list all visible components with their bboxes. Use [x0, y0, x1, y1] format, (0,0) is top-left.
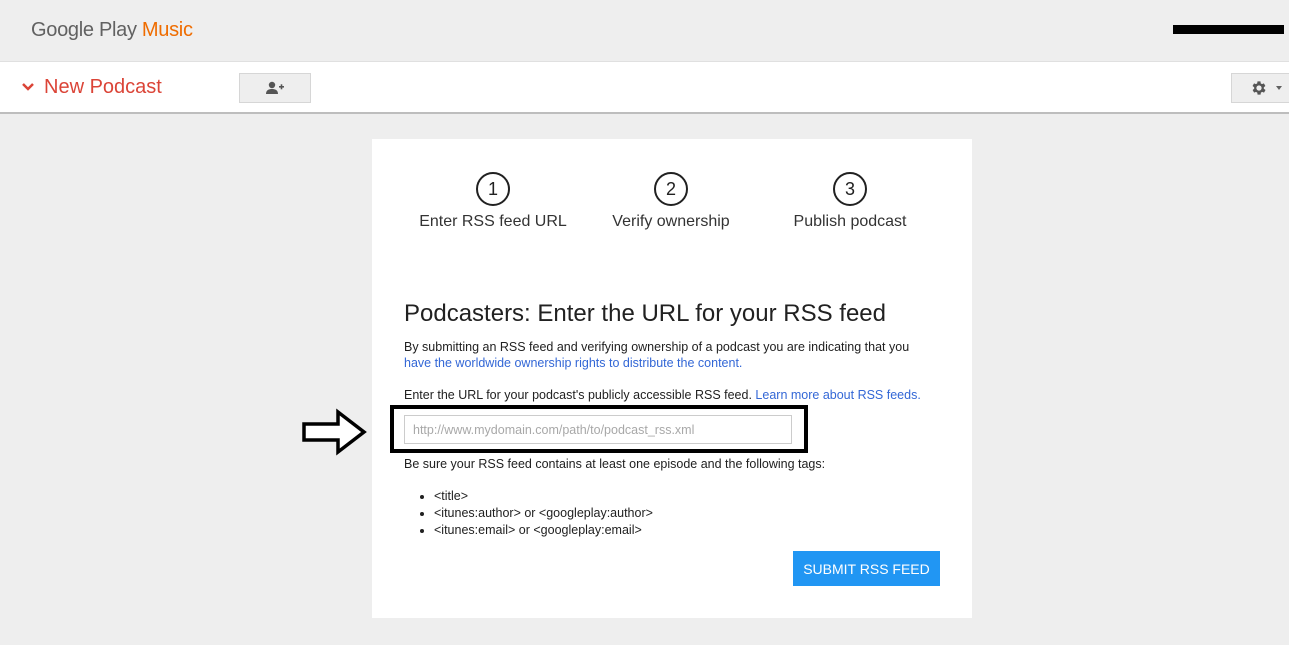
top-bar: Google Play Music: [0, 0, 1289, 61]
list-item: <itunes:author> or <googleplay:author>: [434, 505, 653, 522]
required-tags-list: <title> <itunes:author> or <googleplay:a…: [404, 488, 653, 539]
step-2: 2 Verify ownership: [581, 172, 761, 231]
url-prompt: Enter the URL for your podcast's publicl…: [404, 387, 964, 403]
share-button[interactable]: [239, 73, 311, 103]
ownership-rights-link[interactable]: have the worldwide ownership rights to d…: [404, 356, 742, 370]
list-item: <title>: [434, 488, 653, 505]
step-label: Publish podcast: [793, 213, 907, 230]
google-play-music-logo[interactable]: Google Play Music: [31, 19, 193, 42]
learn-more-rss-link[interactable]: Learn more about RSS feeds.: [755, 388, 920, 402]
submit-rss-feed-button[interactable]: Submit RSS Feed: [793, 551, 940, 586]
redacted-account-name: [1173, 25, 1284, 34]
step-3: 3 Publish podcast: [760, 172, 940, 231]
form-heading: Podcasters: Enter the URL for your RSS f…: [404, 300, 887, 327]
toolbar: New Podcast: [0, 61, 1289, 114]
ownership-notice: By submitting an RSS feed and verifying …: [404, 339, 949, 371]
step-number: 2: [654, 172, 688, 206]
rss-url-input[interactable]: [404, 415, 792, 444]
add-person-icon: [266, 81, 284, 94]
right-arrow-icon: [302, 408, 367, 456]
step-label: Enter RSS feed URL: [419, 213, 567, 230]
chevron-down-icon[interactable]: [21, 81, 35, 93]
logo-suffix: Music: [141, 19, 193, 41]
logo-prefix: Google Play: [31, 19, 137, 41]
step-number: 1: [476, 172, 510, 206]
dropdown-caret-icon: [1276, 86, 1282, 90]
page-title: New Podcast: [44, 76, 162, 98]
step-label: Verify ownership: [612, 213, 730, 230]
tags-intro: Be sure your RSS feed contains at least …: [404, 457, 826, 471]
url-prompt-text: Enter the URL for your podcast's publicl…: [404, 388, 752, 402]
rss-submission-card: 1 Enter RSS feed URL 2 Verify ownership …: [372, 139, 972, 618]
settings-button[interactable]: [1231, 73, 1289, 103]
ownership-text: By submitting an RSS feed and verifying …: [404, 340, 910, 354]
step-1: 1 Enter RSS feed URL: [403, 172, 583, 231]
list-item: <itunes:email> or <googleplay:email>: [434, 522, 653, 539]
gear-icon: [1252, 81, 1266, 95]
step-number: 3: [833, 172, 867, 206]
